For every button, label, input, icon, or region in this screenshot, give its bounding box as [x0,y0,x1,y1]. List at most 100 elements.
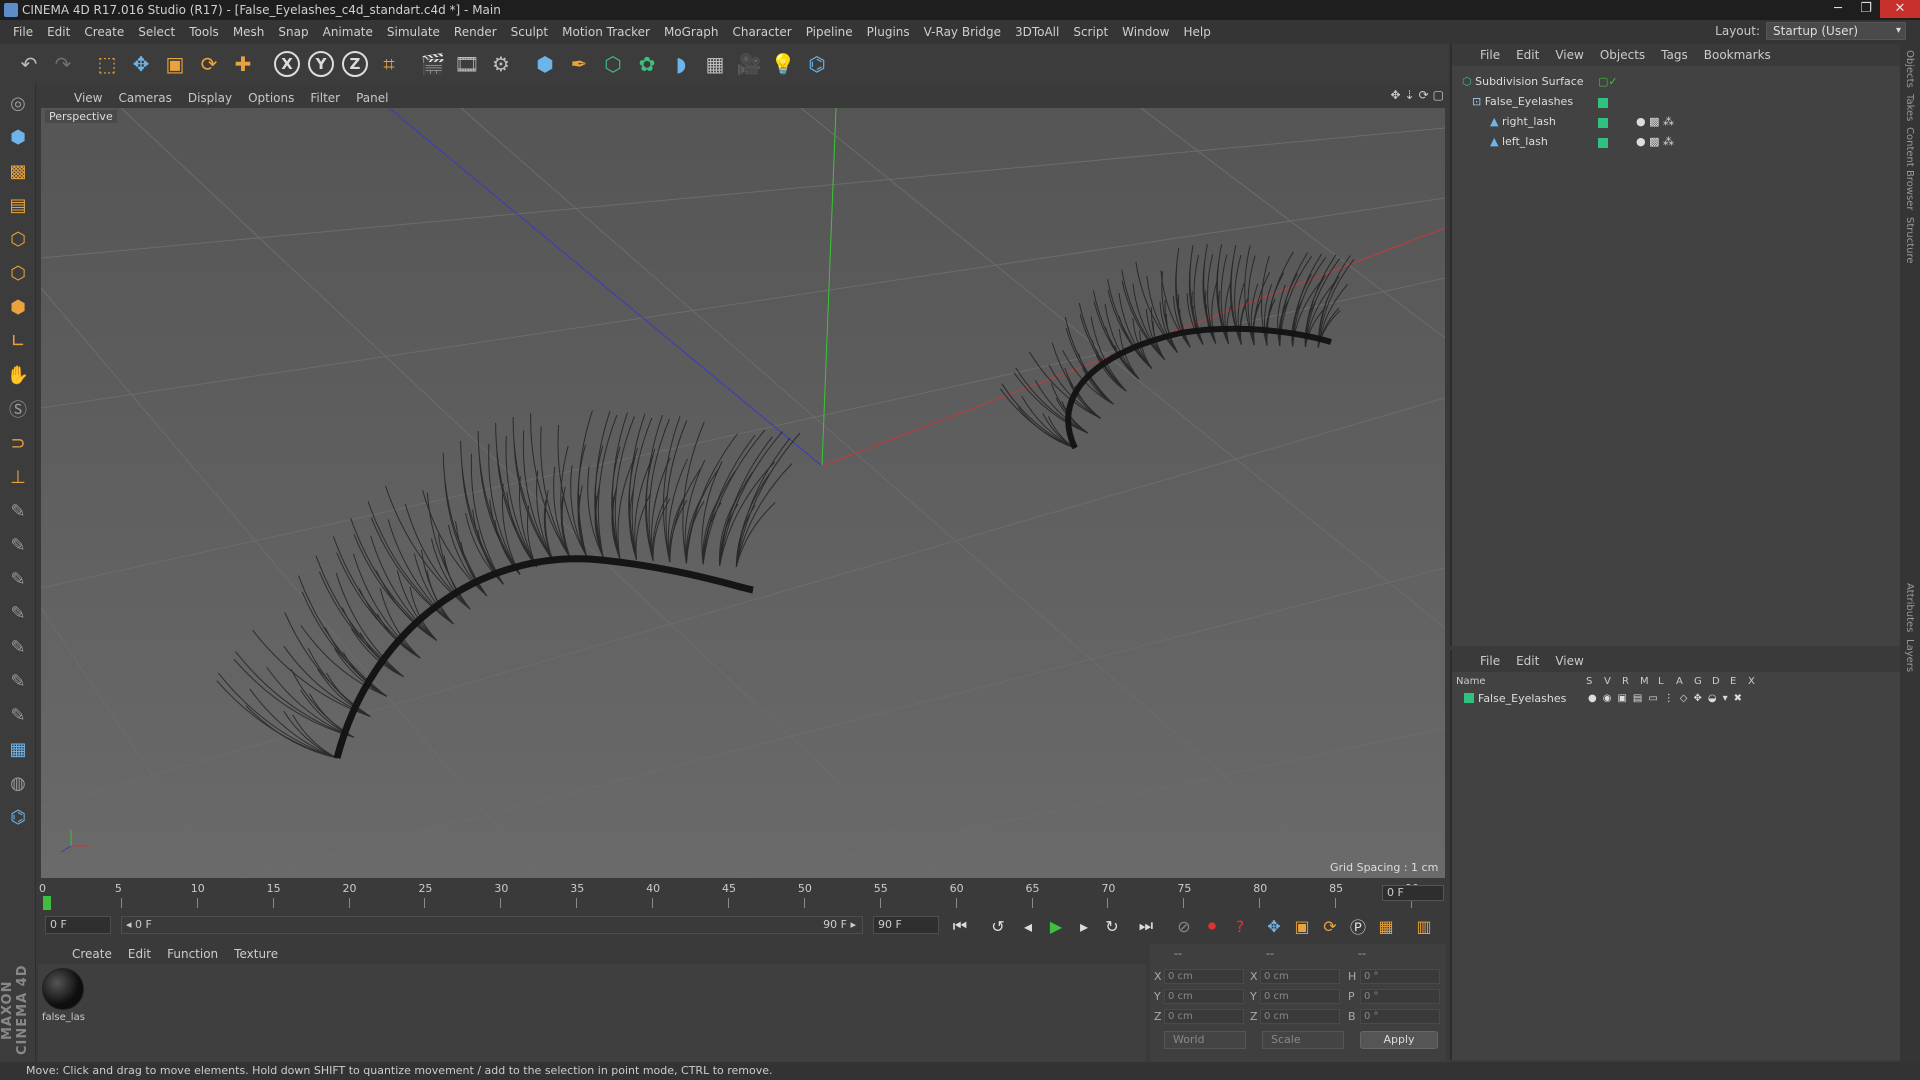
enabled-check-icon[interactable]: ▢✓ [1598,73,1618,91]
rotation-h-field[interactable]: 0 ° [1360,969,1440,984]
light-icon[interactable]: 💡 [766,47,800,81]
magnet-icon[interactable]: ⊃ [2,428,34,458]
maximize-view-icon[interactable]: ▢ [1433,88,1444,102]
bridge-icon[interactable]: ✎ [2,666,34,696]
dolly-icon[interactable]: ⇣ [1405,88,1415,102]
cloner-icon[interactable]: ✿ [630,47,664,81]
rotation-p-field[interactable]: 0 ° [1360,989,1440,1004]
subdivision-icon[interactable]: ⬡ [596,47,630,81]
recent-tool-icon[interactable]: ✚ [226,47,260,81]
object-row-left-lash[interactable]: ▲ left_lash [1490,133,1548,151]
object-row-false-eyelashes[interactable]: ⊡ False_Eyelashes [1472,93,1573,111]
material-menu-edit[interactable]: Edit [120,947,159,961]
current-frame-field[interactable]: 0 F [1382,885,1444,901]
texture-mode-icon[interactable]: ▩ [2,156,34,186]
tab-structure[interactable]: Structure [1904,217,1915,264]
menu-tools[interactable]: Tools [182,25,226,39]
workplane-icon[interactable]: ▤ [2,190,34,220]
material-tag-icon[interactable]: ● ▩ ⁂ [1636,133,1674,151]
frame-range-slider[interactable]: ◂ 0 F 90 F ▸ [121,916,863,934]
start-frame-field[interactable]: 0 F [45,916,111,934]
knife-icon[interactable]: ✎ [2,632,34,662]
extrude-icon[interactable]: ✎ [2,700,34,730]
obj-menu-file[interactable]: File [1472,48,1508,62]
python-icon[interactable]: ⌬ [800,47,834,81]
maximize-button[interactable]: ❐ [1852,0,1880,18]
pull-icon[interactable]: ✎ [2,564,34,594]
soft-selection-icon[interactable]: ◍ [2,768,34,798]
tab-objects[interactable]: Objects [1904,50,1915,88]
camera-icon[interactable]: 🎥 [732,47,766,81]
render-view-icon[interactable]: 🎬 [416,47,450,81]
playhead[interactable] [43,896,51,910]
layer-color-tag[interactable] [1598,98,1608,108]
tab-attributes[interactable]: Attributes [1904,583,1915,632]
polygons-mode-icon[interactable]: ⬢ [2,292,34,322]
smooth-icon[interactable]: ✎ [2,598,34,628]
undo-icon[interactable]: ↶ [12,47,46,81]
menu-vray-bridge[interactable]: V-Ray Bridge [917,25,1008,39]
y-axis-icon[interactable]: Y [304,47,338,81]
edit-render-settings-icon[interactable]: ⚙ [484,47,518,81]
menu-character[interactable]: Character [725,25,798,39]
z-axis-icon[interactable]: Z [338,47,372,81]
menu-animate[interactable]: Animate [316,25,380,39]
scale-icon[interactable]: ▣ [158,47,192,81]
tab-content-browser[interactable]: Content Browser [1904,127,1915,210]
perspective-viewport[interactable] [41,108,1445,878]
axis-mode-icon[interactable]: ∟ [2,326,34,356]
position-z-field[interactable]: 0 cm [1164,1009,1244,1024]
apply-button[interactable]: Apply [1360,1031,1438,1049]
x-axis-icon[interactable]: X [270,47,304,81]
key-pla-icon[interactable]: ▦ [1373,913,1399,939]
layer-menu-view[interactable]: View [1547,654,1591,668]
size-y-field[interactable]: 0 cm [1260,989,1340,1004]
record-active-icon[interactable]: ⊘ [1171,913,1197,939]
menu-pipeline[interactable]: Pipeline [799,25,860,39]
next-key-icon[interactable]: ↻ [1099,913,1125,939]
menu-3dtoall[interactable]: 3DToAll [1008,25,1066,39]
coordinate-space-dropdown[interactable]: World [1164,1031,1246,1049]
brush-icon[interactable]: ✎ [2,530,34,560]
layer-flag-icons[interactable]: ●◉▣▤▭⋮◇✥◒▾✖ [1588,690,1748,708]
viewport-menu-display[interactable]: Display [180,91,240,105]
obj-menu-objects[interactable]: Objects [1592,48,1653,62]
close-button[interactable]: ✕ [1880,0,1920,18]
minimize-button[interactable]: ─ [1824,0,1852,18]
viewport-menu-cameras[interactable]: Cameras [110,91,179,105]
layer-color-tag[interactable] [1598,138,1608,148]
key-parameter-icon[interactable]: Ⓟ [1345,913,1371,939]
rotate-icon[interactable]: ⟳ [192,47,226,81]
object-row-right-lash[interactable]: ▲ right_lash [1490,113,1556,131]
obj-menu-edit[interactable]: Edit [1508,48,1547,62]
snap-icon[interactable]: Ⓢ [2,394,34,424]
sculpt-icon[interactable]: ✎ [2,496,34,526]
menu-mograph[interactable]: MoGraph [657,25,726,39]
keyframe-selection-icon[interactable]: ? [1227,913,1253,939]
obj-menu-bookmarks[interactable]: Bookmarks [1696,48,1779,62]
menu-script[interactable]: Script [1066,25,1115,39]
coordinate-mode-dropdown[interactable]: Scale [1262,1031,1344,1049]
world-coord-icon[interactable]: ⌗ [372,47,406,81]
menu-edit[interactable]: Edit [40,25,77,39]
render-picture-viewer-icon[interactable]: 🎞 [450,47,484,81]
previous-frame-icon[interactable]: ◂ [1015,913,1041,939]
layer-menu-file[interactable]: File [1472,654,1508,668]
viewport-menu-panel[interactable]: Panel [348,91,396,105]
obj-menu-tags[interactable]: Tags [1653,48,1696,62]
next-frame-icon[interactable]: ▸ [1071,913,1097,939]
position-x-field[interactable]: 0 cm [1164,969,1244,984]
previous-key-icon[interactable]: ↺ [985,913,1011,939]
layer-color-tag[interactable] [1598,118,1608,128]
go-to-start-icon[interactable]: ⏮ [947,913,973,939]
layer-row[interactable]: False_Eyelashes [1464,690,1566,708]
tweak-icon[interactable]: ✋ [2,360,34,390]
live-selection-icon[interactable]: ⬚ [90,47,124,81]
size-z-field[interactable]: 0 cm [1260,1009,1340,1024]
material-swatch[interactable]: false_las [42,968,86,1026]
deformer-icon[interactable]: ◗ [664,47,698,81]
obj-menu-view[interactable]: View [1547,48,1591,62]
timeline-ruler[interactable]: 051015202530354045505560657075808590 [39,880,1445,910]
autokey-icon[interactable]: ⏺ [1199,913,1225,939]
key-rotation-icon[interactable]: ⟳ [1317,913,1343,939]
